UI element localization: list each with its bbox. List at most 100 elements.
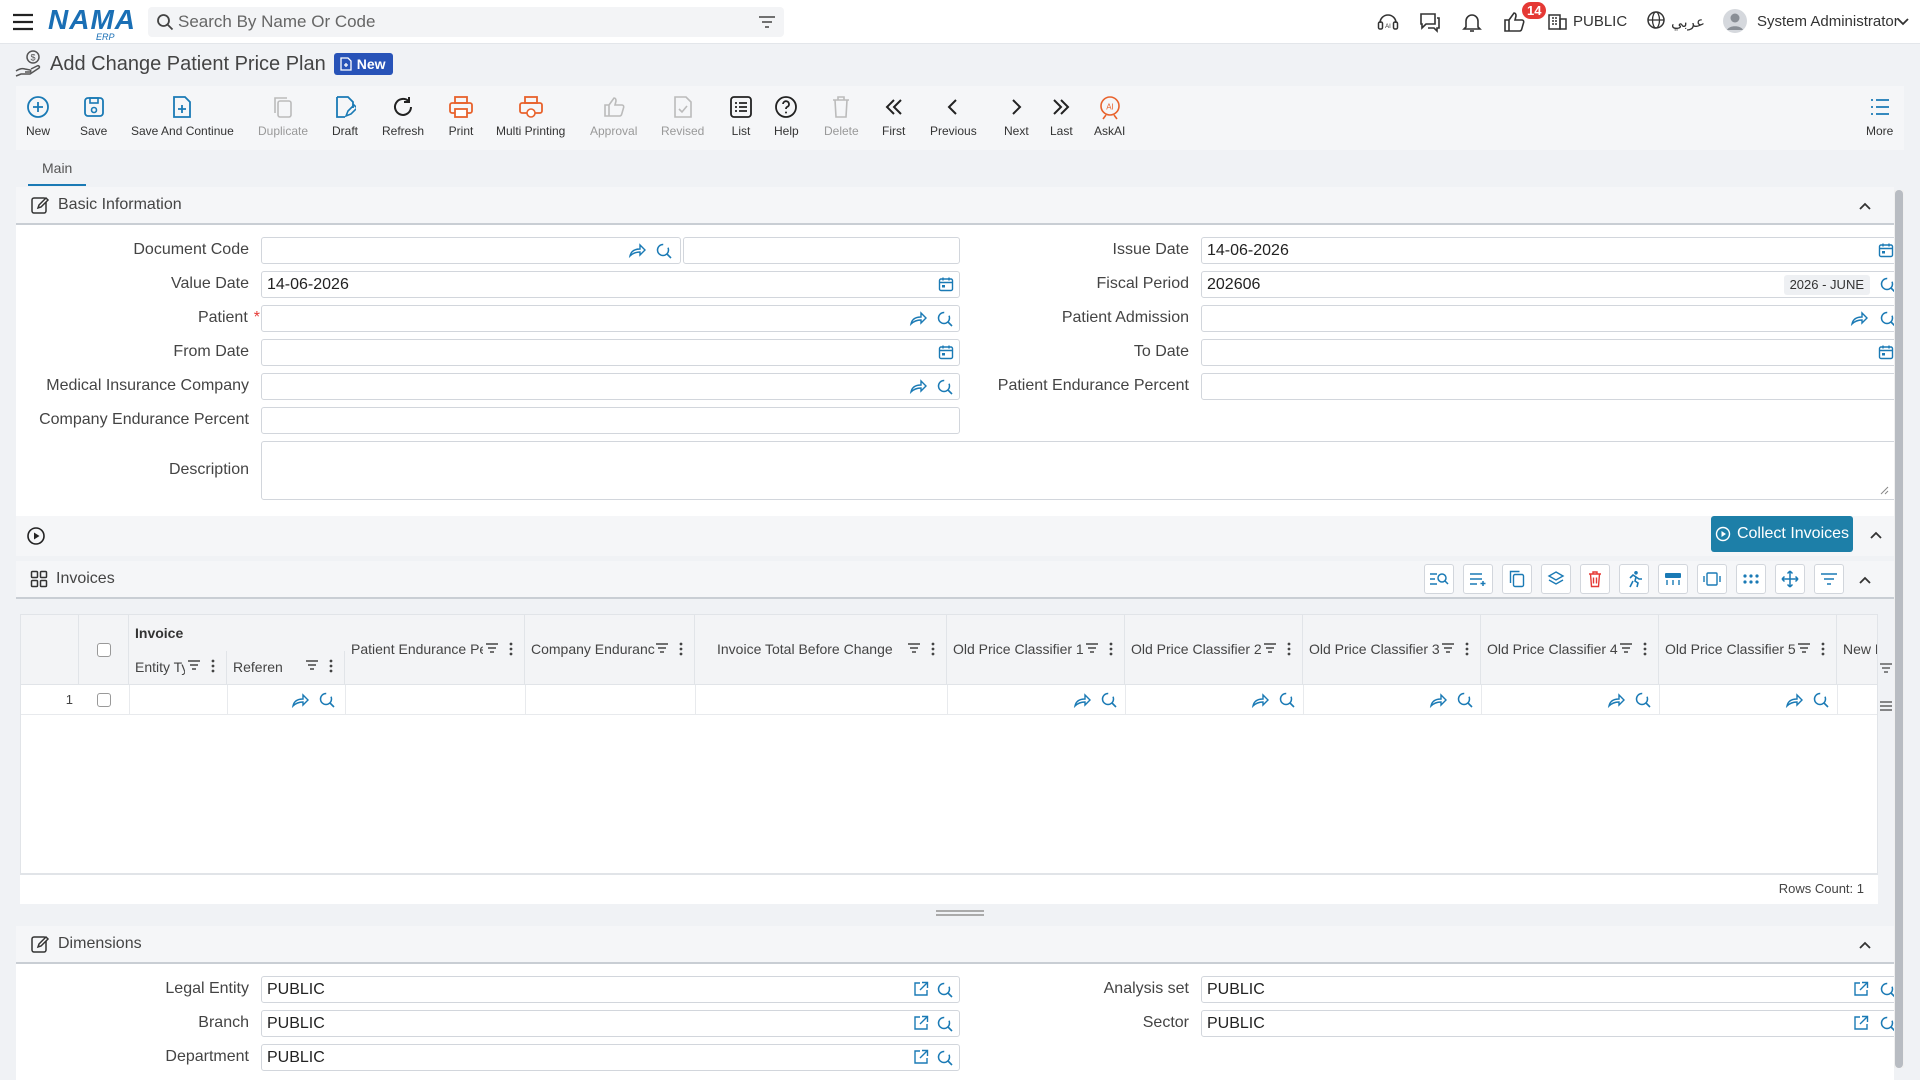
lookup-icon[interactable] — [1278, 691, 1296, 709]
menu-icon[interactable] — [12, 11, 34, 33]
column-menu-icon[interactable] — [329, 659, 333, 673]
patient-endurance-input[interactable] — [1201, 373, 1899, 400]
multi-printing-button[interactable]: Multi Printing — [496, 94, 565, 138]
filter-icon[interactable] — [305, 659, 319, 671]
grid-search-icon[interactable] — [1424, 564, 1454, 594]
previous-button[interactable]: Previous — [930, 94, 977, 138]
col-reference[interactable]: Referen — [227, 651, 345, 685]
first-button[interactable]: First — [882, 94, 905, 138]
move-icon[interactable] — [1775, 564, 1805, 594]
dimensions-header[interactable]: Dimensions — [16, 926, 1894, 964]
document-code-input[interactable] — [261, 237, 681, 264]
external-link-icon[interactable] — [913, 981, 929, 997]
share-icon[interactable] — [291, 692, 309, 708]
avatar[interactable] — [1722, 8, 1748, 33]
col-new-price-classifier[interactable]: New Pric — [1837, 615, 1877, 685]
next-button[interactable]: Next — [1004, 94, 1029, 138]
insurance-company-input[interactable] — [261, 373, 960, 400]
lookup-icon[interactable] — [936, 1015, 954, 1033]
filter-icon[interactable] — [187, 659, 201, 671]
col-total-before-change[interactable]: Invoice Total Before Change — [695, 615, 947, 685]
lookup-icon[interactable] — [1634, 691, 1652, 709]
sector-input[interactable]: PUBLIC — [1201, 1010, 1899, 1037]
filter-icon[interactable] — [1879, 662, 1893, 674]
filter-icon[interactable] — [1085, 642, 1099, 654]
filter-icon[interactable] — [907, 642, 921, 654]
menu-lines-icon[interactable] — [1879, 700, 1893, 712]
share-icon[interactable] — [1607, 692, 1625, 708]
filter-icon[interactable] — [655, 642, 669, 654]
patient-admission-input[interactable] — [1201, 305, 1899, 332]
column-menu-icon[interactable] — [211, 659, 215, 673]
to-date-input[interactable] — [1201, 339, 1899, 366]
bell-icon[interactable] — [1460, 10, 1486, 34]
share-icon[interactable] — [1785, 692, 1803, 708]
globe-icon[interactable] — [1646, 10, 1672, 34]
revised-button[interactable]: Revised — [661, 94, 704, 138]
lookup-icon[interactable] — [1100, 691, 1118, 709]
external-link-icon[interactable] — [1853, 981, 1869, 997]
share-icon[interactable] — [909, 310, 927, 326]
select-all-checkbox[interactable] — [97, 643, 111, 657]
help-button[interactable]: Help — [774, 94, 799, 138]
scrollbar-thumb[interactable] — [1895, 190, 1903, 1068]
from-date-input[interactable] — [261, 339, 960, 366]
approval-button[interactable]: Approval — [590, 94, 637, 138]
col-entity-type[interactable]: Entity Ty — [129, 651, 227, 685]
description-textarea[interactable] — [261, 441, 1898, 500]
tab-main[interactable]: Main — [28, 160, 87, 186]
collapse-icon[interactable] — [1869, 528, 1883, 542]
print-button[interactable]: Print — [448, 94, 474, 138]
column-menu-icon[interactable] — [1287, 642, 1291, 656]
company-endurance-input[interactable] — [261, 407, 960, 434]
save-button[interactable]: Save — [80, 94, 107, 138]
col-patient-endurance[interactable]: Patient Endurance Pe — [345, 615, 525, 685]
lookup-icon[interactable] — [936, 981, 954, 999]
analysis-set-input[interactable]: PUBLIC — [1201, 976, 1899, 1003]
logo[interactable]: NAMA ERP — [48, 4, 136, 42]
share-icon[interactable] — [1251, 692, 1269, 708]
filter-icon[interactable] — [1263, 642, 1277, 654]
share-icon[interactable] — [628, 242, 646, 258]
resize-splitter[interactable] — [936, 910, 984, 916]
duplicate-button[interactable]: Duplicate — [258, 94, 308, 138]
basic-info-header[interactable]: Basic Information — [16, 187, 1894, 225]
external-link-icon[interactable] — [913, 1049, 929, 1065]
lookup-icon[interactable] — [318, 691, 336, 709]
col-old-price-classifier-1[interactable]: Old Price Classifier 1 — [947, 615, 1125, 685]
calendar-icon[interactable] — [938, 344, 954, 360]
share-icon[interactable] — [1850, 310, 1868, 326]
filter-icon[interactable] — [1814, 564, 1844, 594]
page-scrollbar[interactable] — [1894, 190, 1904, 1068]
filter-icon[interactable] — [1441, 642, 1455, 654]
ai-support-icon[interactable]: AI — [1376, 10, 1402, 34]
column-menu-icon[interactable] — [1109, 642, 1113, 656]
legal-entity-input[interactable]: PUBLIC — [261, 976, 960, 1003]
calendar-icon[interactable] — [938, 276, 954, 292]
lookup-icon[interactable] — [936, 1049, 954, 1067]
dots-grid-icon[interactable] — [1736, 564, 1766, 594]
column-menu-icon[interactable] — [509, 642, 513, 656]
col-old-price-classifier-3[interactable]: Old Price Classifier 3 — [1303, 615, 1481, 685]
lookup-icon[interactable] — [936, 378, 954, 396]
draft-button[interactable]: Draft — [332, 94, 358, 138]
delete-button[interactable]: Delete — [824, 94, 859, 138]
lookup-icon[interactable] — [936, 310, 954, 328]
add-rows-icon[interactable] — [1463, 564, 1493, 594]
value-date-input[interactable]: 14-06-2026 — [261, 271, 960, 298]
column-menu-icon[interactable] — [1643, 642, 1647, 656]
invoices-header[interactable]: Invoices — [16, 561, 1894, 599]
collapse-icon[interactable] — [1858, 573, 1872, 587]
trash-icon[interactable] — [1580, 564, 1610, 594]
layers-icon[interactable] — [1541, 564, 1571, 594]
list-button[interactable]: List — [729, 94, 753, 138]
col-old-price-classifier-2[interactable]: Old Price Classifier 2 — [1125, 615, 1303, 685]
share-icon[interactable] — [1429, 692, 1447, 708]
share-icon[interactable] — [1073, 692, 1091, 708]
chevron-down-icon[interactable] — [1896, 14, 1912, 30]
collapse-icon[interactable] — [1858, 199, 1872, 213]
copy-icon[interactable] — [1502, 564, 1532, 594]
play-circle-icon[interactable] — [26, 526, 46, 546]
fit-columns-icon[interactable] — [1697, 564, 1727, 594]
calendar-icon[interactable] — [1878, 242, 1894, 258]
